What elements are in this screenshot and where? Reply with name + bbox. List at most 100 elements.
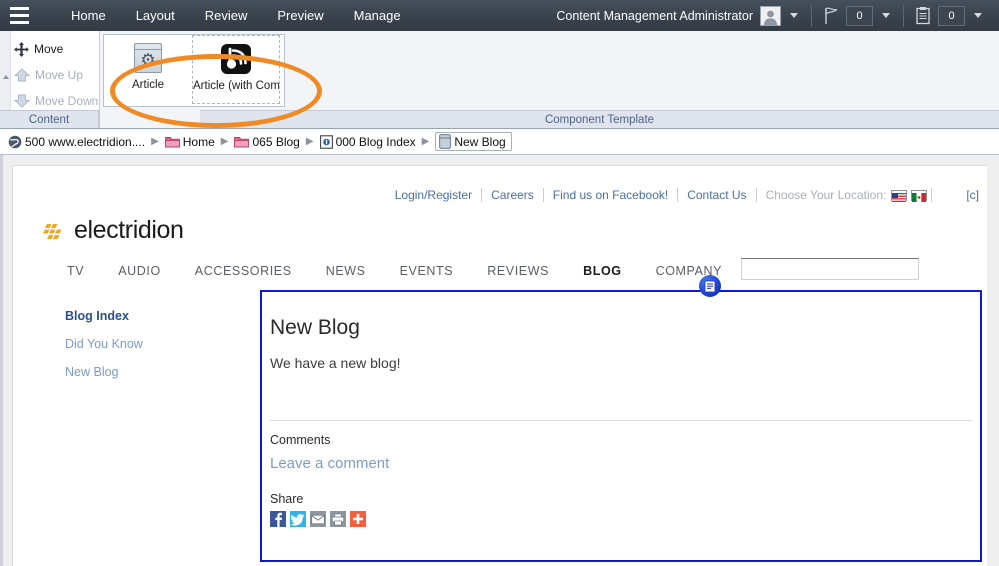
breadcrumb-separator-icon: ▶ [220,136,229,147]
move-button-label: Move [34,42,64,56]
logo-mark-icon [43,222,69,240]
nav-item-news[interactable]: NEWS [326,264,366,278]
site-utility-bar: Login/Register Careers Find us on Facebo… [13,184,987,206]
gallery-item-article[interactable]: ⚙ Article [104,35,192,104]
user-menu-chevron-down-icon[interactable] [790,13,798,18]
component-marker-icon[interactable] [699,275,721,297]
breadcrumb-item-000-blog-index[interactable]: 000 Blog Index [319,134,416,149]
tab-home[interactable]: Home [56,0,121,31]
gallery-item-label: Article [132,79,164,91]
nav-item-blog[interactable]: BLOG [583,264,622,278]
utility-link-login-register[interactable]: Login/Register [386,188,481,202]
move-up-button[interactable]: Move Up [13,64,84,86]
ribbon-toolbar: Move Move Up Move Down ⚙ Article Article… [0,31,999,129]
blog-post-body: We have a new blog! [270,355,401,371]
gallery-item-article-with-comments[interactable]: Article (with Com [192,35,280,104]
utility-link-contact-us[interactable]: Contact Us [678,188,755,202]
breadcrumb-item-label: 500 www.electridion.... [25,134,146,149]
divider [931,188,933,202]
application-top-bar: Home Layout Review Preview Manage Conten… [0,0,999,31]
tab-review[interactable]: Review [190,0,263,31]
email-share-icon[interactable] [310,511,326,527]
blog-rss-icon [193,42,279,76]
choose-location-label: Choose Your Location: [765,188,887,202]
breadcrumb-item-home[interactable]: Home [164,134,215,149]
breadcrumb-separator-icon: ▶ [421,136,430,147]
selected-component-frame[interactable]: New Blog We have a new blog! Comments Le… [260,290,982,562]
nav-item-tv[interactable]: TV [67,264,84,278]
nav-item-events[interactable]: EVENTS [400,264,454,278]
move-button[interactable]: Move [14,38,63,60]
tab-preview[interactable]: Preview [262,0,338,31]
flag-icon[interactable] [822,6,840,25]
twitter-share-icon[interactable] [290,511,306,527]
utility-link-careers[interactable]: Careers [482,188,543,202]
hamburger-bar [9,14,29,17]
arrow-up-icon [13,68,31,82]
tab-layout[interactable]: Layout [121,0,190,31]
document-icon [439,134,452,149]
component-template-group-label: Component Template [200,110,999,128]
hamburger-bar [9,7,29,10]
hamburger-menu-icon[interactable] [0,0,38,31]
globe-icon [8,135,22,149]
clipboard-menu-chevron-down-icon[interactable] [974,13,982,18]
nav-item-accessories[interactable]: ACCESSORIES [195,264,292,278]
copyright-mark: [c] [966,188,979,202]
comments-heading: Comments [270,433,331,447]
blog-post-title: New Blog [270,316,360,339]
site-sidebar: Blog Index Did You Know New Blog [65,309,245,393]
clipboard-icon[interactable] [914,6,932,25]
folder-icon [164,136,180,148]
breadcrumb-item-new-blog[interactable]: New Blog [435,132,512,151]
nav-item-audio[interactable]: AUDIO [118,264,161,278]
breadcrumb-item-label: New Blog [454,134,506,149]
sidebar-item-blog-index[interactable]: Blog Index [65,309,245,323]
scroll-up-arrow-icon[interactable] [3,75,9,79]
move-down-button[interactable]: Move Down [13,90,99,112]
sidebar-item-did-you-know[interactable]: Did You Know [65,337,245,351]
sidebar-item-new-blog[interactable]: New Blog [65,365,245,379]
move-icon [14,41,29,57]
facebook-share-icon[interactable] [270,511,286,527]
top-bar-right-cluster: Content Management Administrator 0 0 [556,0,999,31]
avatar-icon[interactable] [760,5,781,26]
breadcrumb-item-publication[interactable]: 500 www.electridion.... [8,135,145,149]
top-navigation: Home Layout Review Preview Manage [56,0,416,31]
leave-a-comment-link[interactable]: Leave a comment [270,455,389,472]
share-buttons [270,511,366,527]
clipboard-count-badge: 0 [938,5,965,26]
flag-mx-icon[interactable] [911,189,928,202]
page-icon [319,134,333,149]
breadcrumb-item-label: Home [182,134,215,149]
preview-left-rule [0,155,3,566]
utility-link-facebook[interactable]: Find us on Facebook! [544,188,677,202]
flag-menu-chevron-down-icon[interactable] [882,13,890,18]
arrow-down-icon [13,94,31,108]
breadcrumb-item-label: 065 Blog [252,134,300,149]
share-heading: Share [270,492,304,506]
divider [270,420,972,421]
breadcrumb-separator-icon: ▶ [305,136,314,147]
site-logo[interactable]: electridion [43,216,184,245]
move-up-button-label: Move Up [35,68,84,82]
breadcrumb: 500 www.electridion.... ▶ Home ▶ 065 Blo… [0,129,999,155]
ribbon-component-template-group: ⚙ Article Article (with Com Component Te… [100,31,999,128]
folder-icon [234,136,250,148]
current-user-label: Content Management Administrator [556,8,753,23]
breadcrumb-item-065-blog[interactable]: 065 Blog [234,134,300,149]
flag-us-icon[interactable] [891,189,908,202]
hamburger-bar [9,21,29,24]
addthis-share-icon[interactable] [350,511,366,527]
divider [903,4,904,27]
website-page: Login/Register Careers Find us on Facebo… [12,165,987,566]
flag-count-badge: 0 [846,5,873,26]
print-share-icon[interactable] [330,511,346,527]
nav-item-reviews[interactable]: REVIEWS [487,264,549,278]
content-group-label: Content [0,110,99,128]
gallery-item-label: Article (with Com [193,80,279,92]
search-input[interactable] [741,258,919,280]
tab-manage[interactable]: Manage [339,0,416,31]
page-preview-area: Login/Register Careers Find us on Facebo… [0,155,999,566]
move-down-button-label: Move Down [35,94,99,108]
